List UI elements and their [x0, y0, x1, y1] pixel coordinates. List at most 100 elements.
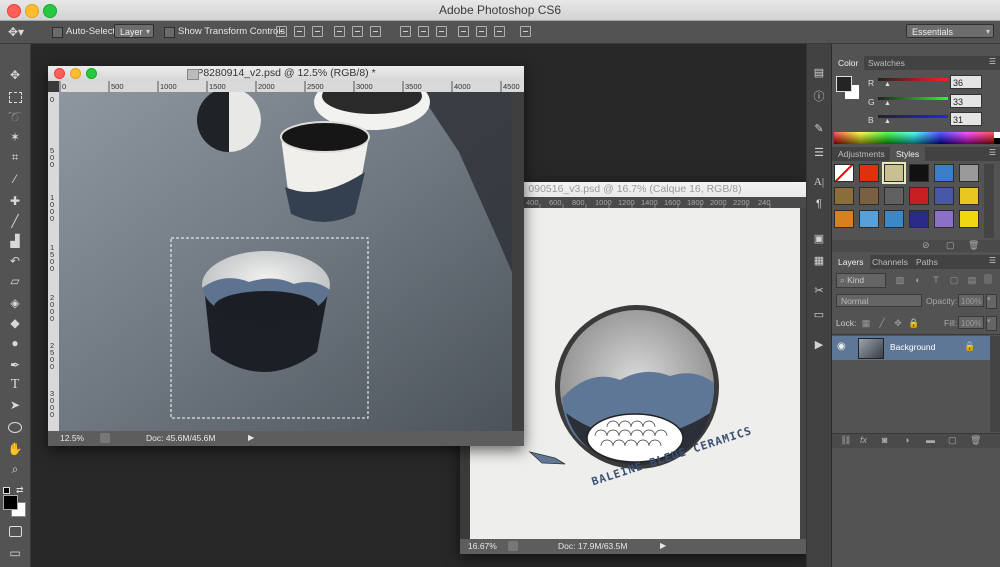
style-swatch[interactable]: [959, 187, 979, 205]
adjustment-layer-icon[interactable]: ◑: [904, 435, 909, 445]
tab-styles[interactable]: Styles: [890, 147, 926, 161]
distribute-bottom-icon[interactable]: [436, 26, 447, 37]
blend-mode-dropdown[interactable]: Normal: [836, 294, 922, 307]
pen-tool-icon[interactable]: ✒: [4, 356, 26, 374]
style-swatch[interactable]: [934, 187, 954, 205]
filter-adjustment-icon[interactable]: ◐: [912, 274, 924, 286]
fill-field[interactable]: 100%: [958, 316, 984, 329]
clone-stamp-tool-icon[interactable]: ▟: [4, 232, 26, 250]
document-title-P8280914[interactable]: P8280914_v2.psd @ 12.5% (RGB/8) *: [48, 66, 524, 81]
canvas-P8280914[interactable]: [59, 92, 512, 431]
show-transform-checkbox[interactable]: [164, 27, 175, 38]
delete-layer-icon[interactable]: 🗑: [970, 435, 981, 446]
new-group-icon[interactable]: ▬: [926, 435, 935, 445]
lock-transparent-icon[interactable]: ▦: [860, 317, 872, 329]
link-layers-icon[interactable]: ⛓: [840, 435, 851, 446]
channel-b-value[interactable]: 31: [950, 112, 982, 126]
filter-smart-icon[interactable]: ▤: [966, 274, 978, 286]
panel-menu-icon[interactable]: ☰: [989, 57, 996, 66]
style-swatch[interactable]: [934, 164, 954, 182]
color-ramp-black[interactable]: [994, 138, 1000, 144]
distribute-vcenter-icon[interactable]: [418, 26, 429, 37]
eyedropper-tool-icon[interactable]: ⁄: [4, 170, 26, 188]
align-top-icon[interactable]: [276, 26, 287, 37]
quick-mask-icon[interactable]: [4, 522, 26, 540]
style-swatch[interactable]: [834, 187, 854, 205]
actions-panel-icon[interactable]: ▶: [810, 336, 828, 352]
filter-shape-icon[interactable]: ▢: [948, 274, 960, 286]
workspace-switcher[interactable]: Essentials: [906, 24, 994, 39]
brush-presets-icon[interactable]: ✎: [810, 120, 828, 136]
new-style-icon[interactable]: ▢: [946, 240, 955, 251]
ellipse-tool-icon[interactable]: [4, 418, 26, 436]
align-left-icon[interactable]: [334, 26, 345, 37]
status-menu-arrow-icon[interactable]: ▶: [660, 541, 666, 550]
slider-thumb-icon[interactable]: ▲: [884, 100, 891, 107]
channel-g-value[interactable]: 33: [950, 94, 982, 108]
navigator-panel-icon[interactable]: ▣: [810, 230, 828, 246]
panel-menu-icon[interactable]: ☰: [989, 256, 996, 265]
tool-presets-icon[interactable]: ✂: [810, 282, 828, 298]
marquee-tool-icon[interactable]: [4, 88, 26, 106]
move-tool-icon[interactable]: ✥: [4, 66, 26, 84]
add-mask-icon[interactable]: ◙: [882, 435, 887, 445]
style-swatch[interactable]: [859, 210, 879, 228]
healing-brush-tool-icon[interactable]: ✚: [4, 192, 26, 210]
history-brush-tool-icon[interactable]: ↶: [4, 252, 26, 270]
default-colors-icon[interactable]: [3, 487, 11, 495]
style-swatch[interactable]: [834, 164, 854, 182]
character-panel-icon[interactable]: A|: [810, 174, 828, 190]
panel-menu-icon[interactable]: ☰: [989, 148, 996, 157]
hand-tool-icon[interactable]: ✋: [4, 440, 26, 458]
filter-toggle[interactable]: [984, 274, 992, 284]
notes-panel-icon[interactable]: ▦: [810, 252, 828, 268]
tab-adjustments[interactable]: Adjustments: [832, 147, 891, 161]
style-swatch[interactable]: [909, 210, 929, 228]
style-swatch[interactable]: [909, 187, 929, 205]
paragraph-panel-icon[interactable]: ¶: [810, 196, 828, 212]
lock-image-icon[interactable]: ╱: [876, 317, 888, 329]
close-doc-button[interactable]: [54, 68, 65, 79]
color-fg-swatch-front[interactable]: [836, 76, 852, 92]
align-hcenter-icon[interactable]: [352, 26, 363, 37]
eraser-tool-icon[interactable]: ▱: [4, 272, 26, 290]
align-vcenter-icon[interactable]: [294, 26, 305, 37]
blur-tool-icon[interactable]: ◆: [4, 314, 26, 332]
move-tool-preset-icon[interactable]: ✥▾: [8, 25, 24, 39]
status-menu-arrow-icon[interactable]: ▶: [248, 433, 254, 442]
lasso-tool-icon[interactable]: ➰: [4, 108, 26, 126]
history-panel-icon[interactable]: ▤: [810, 64, 828, 80]
ruler-vertical[interactable]: 0 500 1000 1500 2000 2500 3000: [48, 92, 59, 431]
crop-tool-icon[interactable]: ⌗: [4, 148, 26, 166]
distribute-left-icon[interactable]: [458, 26, 469, 37]
color-ramp[interactable]: [834, 132, 994, 144]
layer-lock-icon[interactable]: 🔒: [964, 341, 975, 352]
auto-select-checkbox[interactable]: [52, 27, 63, 38]
delete-style-icon[interactable]: 🗑: [968, 240, 979, 251]
style-swatch[interactable]: [884, 187, 904, 205]
style-swatch[interactable]: [834, 210, 854, 228]
style-swatch[interactable]: [909, 164, 929, 182]
layer-filter-dropdown[interactable]: ⌕ Kind: [836, 273, 886, 288]
magic-wand-tool-icon[interactable]: ✶: [4, 128, 26, 146]
tab-color[interactable]: Color: [832, 56, 865, 70]
layers-scrollbar[interactable]: [990, 336, 1000, 432]
brush-panel-icon[interactable]: ☰: [810, 144, 828, 160]
clear-style-icon[interactable]: ⊘: [922, 240, 930, 251]
path-selection-tool-icon[interactable]: ➤: [4, 396, 26, 414]
paint-bucket-tool-icon[interactable]: ◈: [4, 294, 26, 312]
opacity-field[interactable]: 100%: [958, 294, 984, 307]
tab-layers[interactable]: Layers: [832, 255, 870, 269]
auto-align-icon[interactable]: [520, 26, 531, 37]
tab-swatches[interactable]: Swatches: [862, 56, 911, 70]
new-layer-icon[interactable]: ▢: [948, 435, 957, 446]
dodge-tool-icon[interactable]: ●: [4, 334, 26, 352]
zoom-level[interactable]: 12.5%: [60, 433, 84, 443]
opacity-dropdown-icon[interactable]: ▾: [986, 294, 997, 309]
channel-r-value[interactable]: 36: [950, 75, 982, 89]
style-swatch[interactable]: [959, 210, 979, 228]
auto-select-dropdown[interactable]: Layer: [114, 24, 154, 39]
layer-row-background[interactable]: ◉ Background 🔒: [832, 336, 990, 360]
foreground-color-swatch[interactable]: [3, 495, 18, 510]
style-swatch[interactable]: [882, 162, 906, 184]
